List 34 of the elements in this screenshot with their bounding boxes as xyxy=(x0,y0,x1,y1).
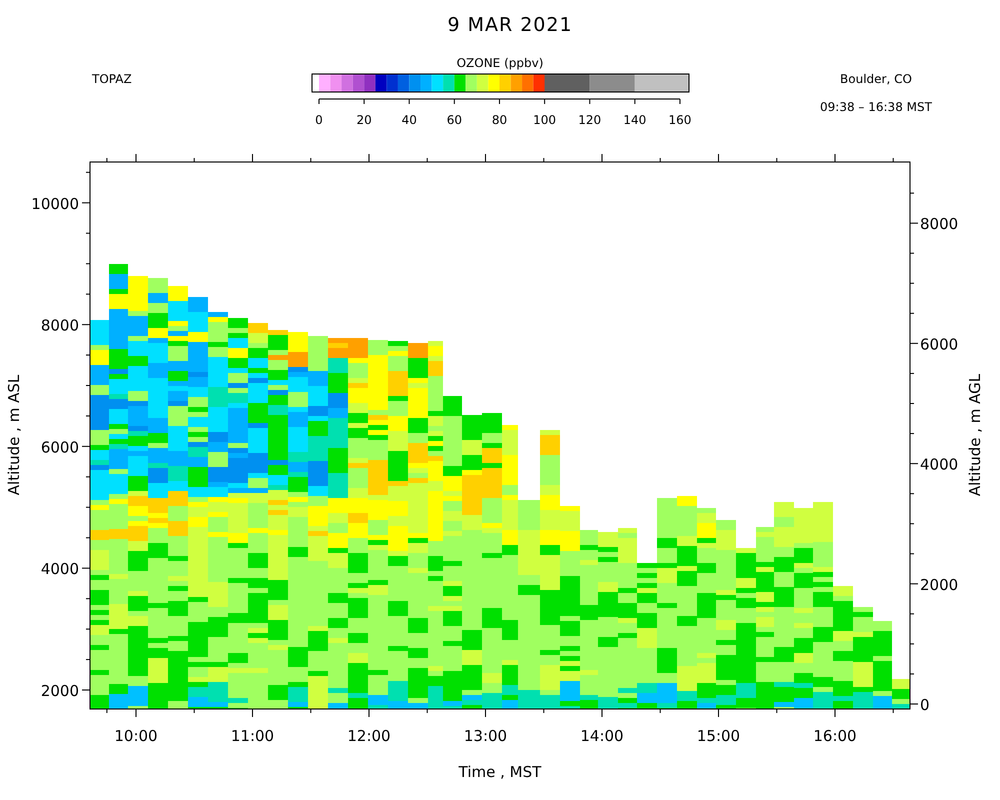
colorbar-tick-label: 0 xyxy=(315,113,323,127)
colorbar-tick-label: 140 xyxy=(623,113,646,127)
x-axis-tick-label: 11:00 xyxy=(230,727,274,745)
y-axis-tick-label: 4000 xyxy=(40,560,79,578)
y-axis-title: Altitude , m AGL xyxy=(966,374,984,496)
colorbar-tick-label: 80 xyxy=(492,113,508,127)
chart-title: 9 MAR 2021 xyxy=(447,14,573,36)
x-axis-tick-label: 12:00 xyxy=(347,727,391,745)
y-axis-tick-label: 0 xyxy=(920,696,930,714)
y-axis-tick-label: 8000 xyxy=(40,316,79,335)
colorbar-tick-label: 40 xyxy=(402,113,417,127)
y-axis-tick-label: 2000 xyxy=(40,682,79,700)
y-axis-tick-label: 10000 xyxy=(31,194,79,213)
colorbar-tick-label: 120 xyxy=(578,113,602,127)
x-axis-title: Time , MST xyxy=(458,763,542,781)
colorbar-tick-label: 160 xyxy=(668,113,692,127)
x-axis-tick-label: 16:00 xyxy=(813,727,857,745)
y-axis-tick-label: 6000 xyxy=(920,335,958,354)
y-axis-tick-label: 4000 xyxy=(920,456,958,474)
station-label: TOPAZ xyxy=(92,72,132,86)
colorbar-tick-label: 60 xyxy=(446,113,462,127)
colorbar-tick-label: 100 xyxy=(533,113,556,127)
y-axis-tick-label: 2000 xyxy=(920,576,958,594)
location-label: Boulder, CO xyxy=(840,72,912,86)
y-axis-tick-label: 8000 xyxy=(920,215,958,234)
y-axis-tick-label: 6000 xyxy=(40,438,79,456)
x-axis-tick-label: 14:00 xyxy=(580,727,624,745)
y-axis-title: Altitude , m ASL xyxy=(5,374,23,496)
x-axis-tick-label: 10:00 xyxy=(114,727,158,745)
x-axis-tick-label: 13:00 xyxy=(464,727,508,745)
time-range-label: 09:38 – 16:38 MST xyxy=(820,100,932,114)
colorbar-tick-label: 20 xyxy=(356,113,372,127)
x-axis-tick-label: 15:00 xyxy=(696,727,740,745)
colorbar-title: OZONE (ppbv) xyxy=(456,56,544,70)
